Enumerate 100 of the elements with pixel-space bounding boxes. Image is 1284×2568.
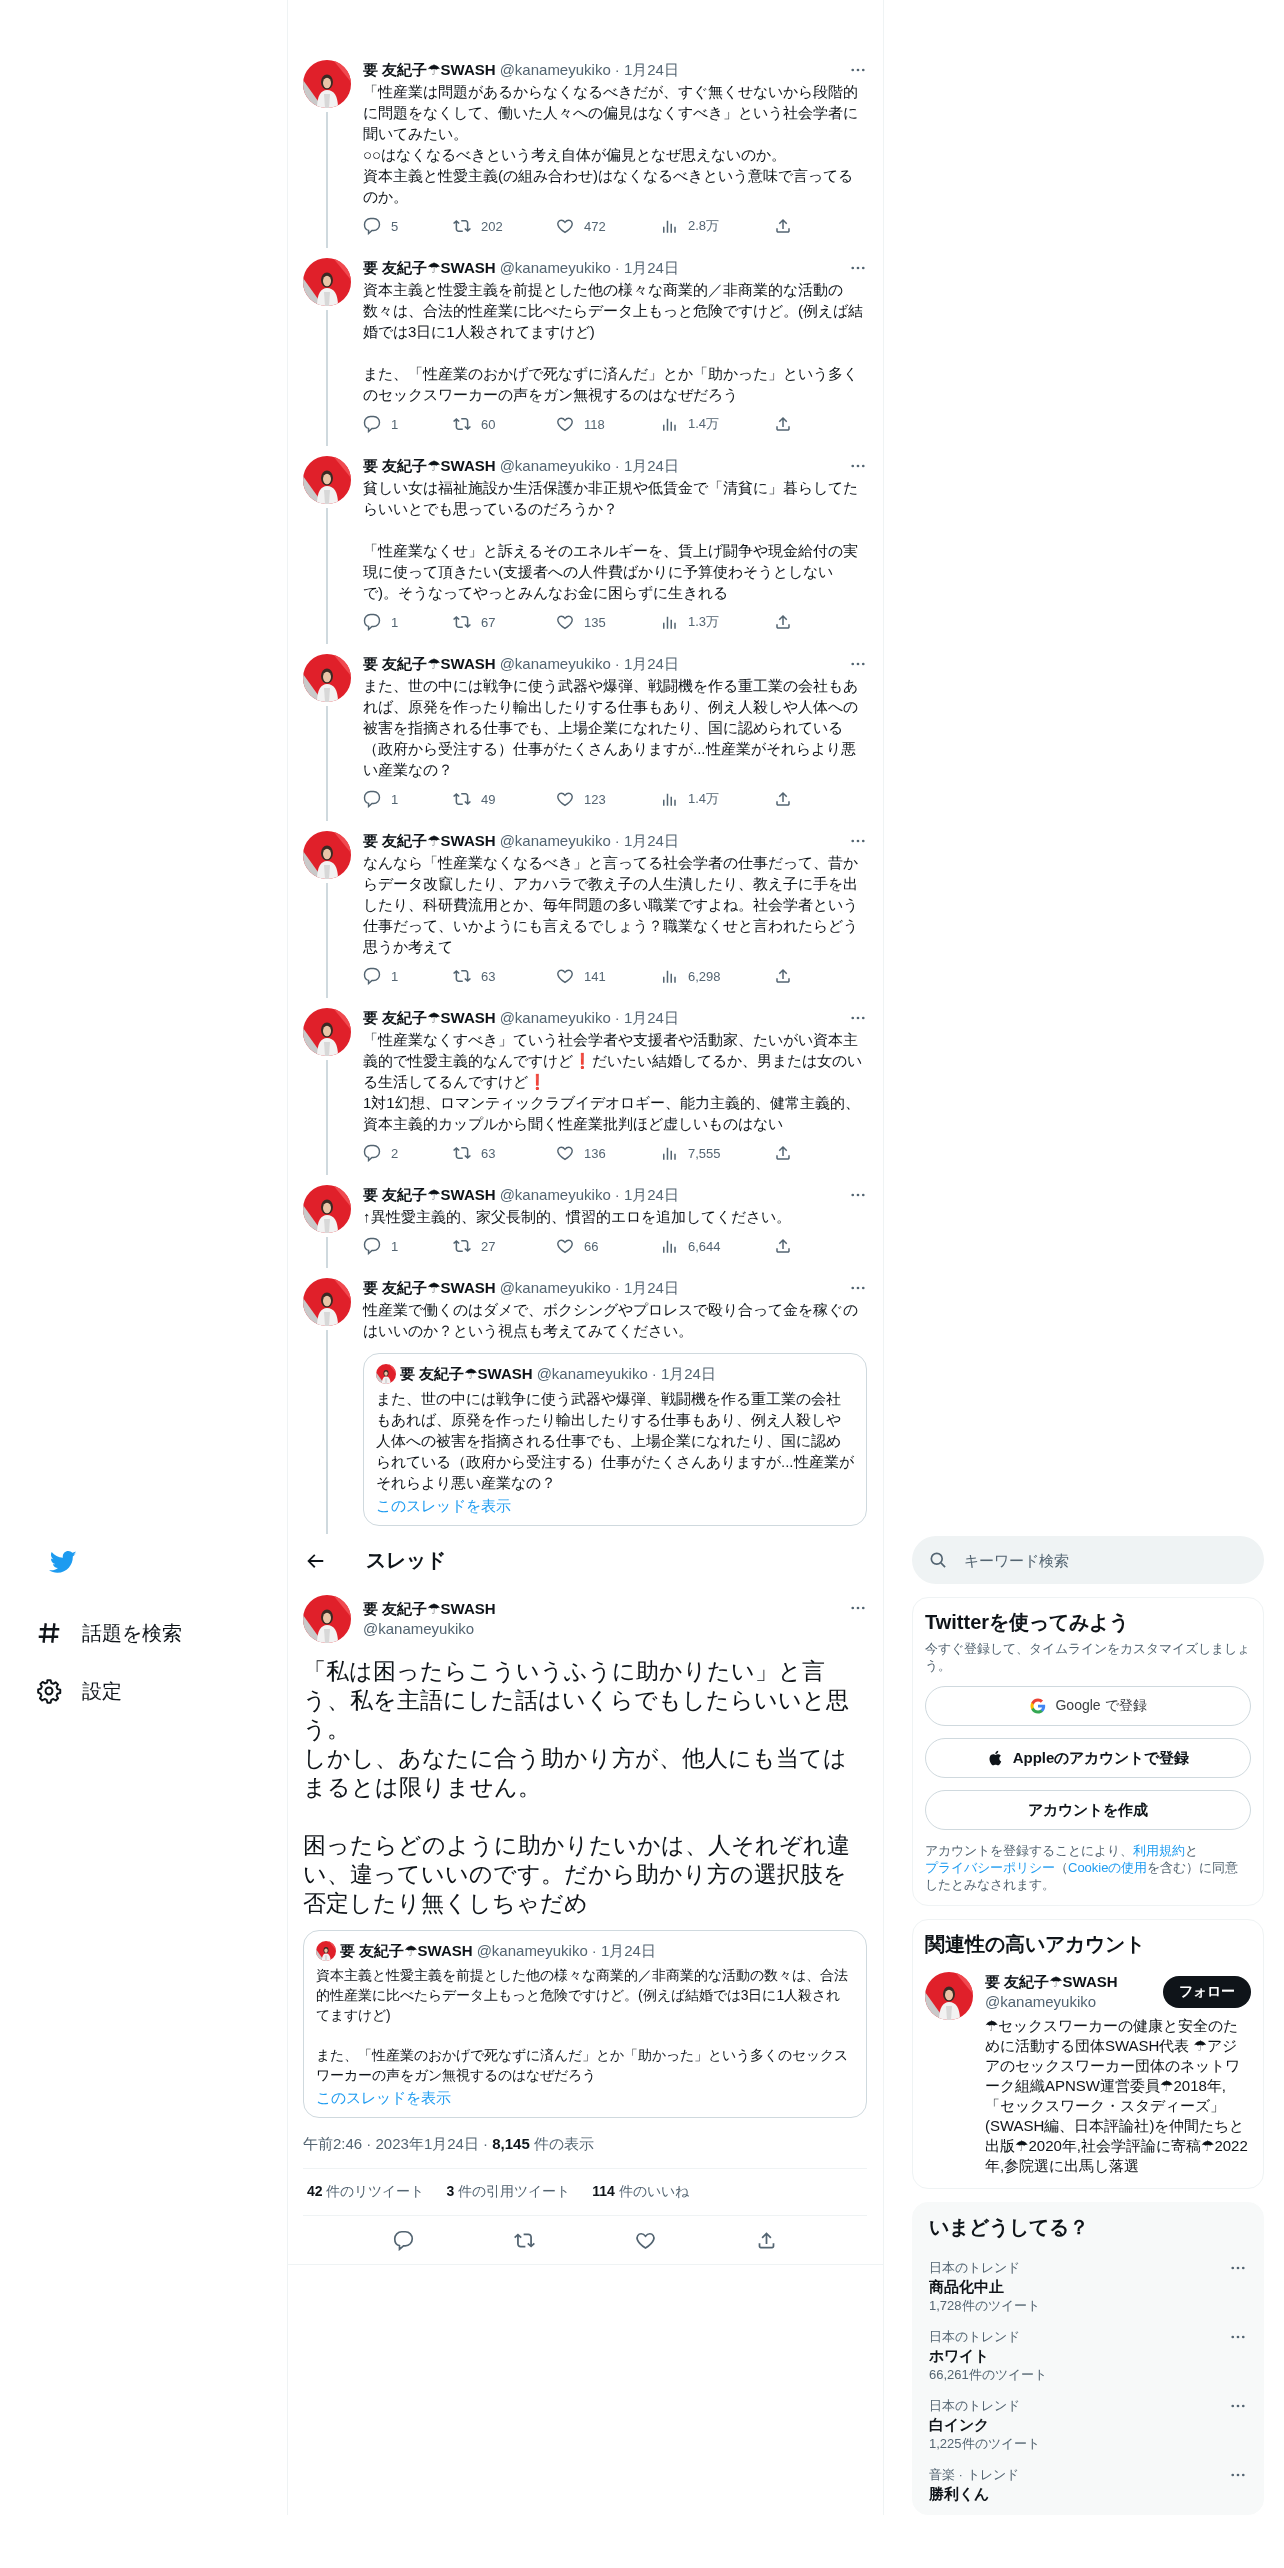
reply-icon[interactable] (393, 2229, 414, 2251)
author-name: 要 友紀子☂SWASH (363, 654, 496, 674)
like-icon (556, 415, 574, 433)
reply-button[interactable]: 2 (363, 1144, 453, 1162)
author-handle: @kanameyukiko (499, 456, 611, 476)
trend-topic: 勝利くん (929, 2484, 990, 2504)
share-icon[interactable] (756, 2229, 777, 2251)
engagement-count-link[interactable]: 114 件のいいね (592, 2183, 689, 2201)
tweet-timestamp: 午前2:46 · 2023年1月24日 · 8,145 件の表示 (303, 2118, 867, 2169)
bird-icon[interactable] (49, 1548, 77, 1576)
retweet-button[interactable]: 67 (453, 613, 556, 631)
author-handle: @kanameyukiko (536, 1364, 648, 1384)
tweet-date: · 1月24日 (614, 831, 679, 851)
share-icon[interactable] (774, 1144, 792, 1162)
google-icon (1029, 1697, 1048, 1715)
share-icon[interactable] (774, 790, 792, 808)
views-button[interactable]: 7,555 (660, 1144, 774, 1162)
trend-item[interactable]: 音楽 · トレンド 勝利くん (929, 2462, 1247, 2514)
tweet-date: · 1月24日 (614, 60, 679, 80)
author-handle: @kanameyukiko (363, 1619, 476, 1639)
nav-item[interactable]: 話題を検索 (36, 1604, 287, 1662)
trend-item[interactable]: 日本のトレンド 商品化中止 1,728件のツイート (929, 2255, 1247, 2324)
card-title: いまどうしてる？ (929, 2215, 1090, 2240)
like-icon (556, 790, 574, 808)
tweet-date: · 1月24日 (591, 1941, 656, 1961)
share-icon[interactable] (774, 967, 792, 985)
reply-button[interactable]: 5 (363, 217, 453, 235)
like-icon (556, 217, 574, 235)
trend-item[interactable]: 日本のトレンド 白インク 1,225件のツイート (929, 2393, 1247, 2462)
reply-button[interactable]: 1 (363, 967, 453, 985)
author-name: 要 友紀子☂SWASH (400, 1364, 533, 1384)
retweet-button[interactable]: 63 (453, 1144, 556, 1162)
author-name: 要 友紀子☂SWASH (363, 1599, 496, 1619)
tweet-date: · 1月24日 (614, 1185, 679, 1205)
hashtag-icon (36, 1620, 62, 1646)
like-button[interactable]: 123 (556, 790, 660, 808)
tweet-text: 資本主義と性愛主義を前提とした他の様々な商業的／非商業的な活動の数々は、合法的性産業に比べたらデータ上もっと危険ですけど。(例えば結婚では3日に1人殺されてますけど) また、「性産業のおかげで死なずに済んだ」とか「助かった」という多くのセックスワーカーの声をガン無視するのはなぜだろう (363, 280, 864, 405)
trend-context: 日本のトレンド (929, 2397, 1021, 2414)
share-icon[interactable] (774, 1237, 792, 1255)
trend-context: 日本のトレンド (929, 2328, 1021, 2345)
retweet-button[interactable]: 49 (453, 790, 556, 808)
views-button[interactable]: 2.8万 (660, 217, 774, 235)
author-handle: @kanameyukiko (499, 1185, 611, 1205)
settings-icon (36, 1678, 62, 1704)
reply-button[interactable]: 1 (363, 415, 453, 433)
reply-icon (363, 217, 381, 235)
create-account-button[interactable]: アカウントを作成 (925, 1790, 1251, 1830)
quoted-tweet-card[interactable]: 要 友紀子☂SWASH @kanameyukiko · 1月24日 資本主義と性愛主義を前提とした他の様々な商業的／非商業的な活動の数々は、合法的性産業に比べたらデータ上もっと危険ですけど。(例えば結婚では3日に1人殺されてますけど) また、「性産業のおかげで死なずに済んだ」とか「助かった」という多くのセックスワーカーの声をガン無視するのはなぜだろう このスレッドを表示 (303, 1930, 867, 2118)
share-icon[interactable] (774, 415, 792, 433)
like-button[interactable]: 141 (556, 967, 660, 985)
apple-signup-button[interactable]: Appleのアカウントで登録 (925, 1738, 1251, 1778)
tweet-date: · 1月24日 (651, 1364, 716, 1384)
page-title: スレッド (366, 1548, 446, 1573)
author-name: 要 友紀子☂SWASH (340, 1941, 473, 1961)
google-signup-button[interactable]: Google で登録 (925, 1686, 1251, 1726)
like-button[interactable]: 118 (556, 415, 660, 433)
reply-button[interactable]: 1 (363, 613, 453, 631)
retweet-button[interactable]: 202 (453, 217, 556, 235)
trend-topic: 商品化中止 (929, 2277, 1005, 2297)
views-button[interactable]: 1.3万 (660, 613, 774, 631)
retweet-button[interactable]: 60 (453, 415, 556, 433)
retweet-button[interactable]: 27 (453, 1237, 556, 1255)
views-button[interactable]: 1.4万 (660, 415, 774, 433)
search-field[interactable]: キーワード検索 (912, 1536, 1264, 1584)
engagement-count-link[interactable]: 42 件のリツイート (307, 2183, 425, 2201)
card-subtitle: 今すぐ登録して、タイムラインをカスタマイズしましょう。 (925, 1640, 1251, 1674)
share-icon[interactable] (774, 217, 792, 235)
author-name: 要 友紀子☂SWASH (363, 258, 496, 278)
reply-button[interactable]: 1 (363, 1237, 453, 1255)
quoted-tweet-card[interactable]: 要 友紀子☂SWASH @kanameyukiko · 1月24日 また、世の中には戦争に使う武器や爆弾、戦闘機を作る重工業の会社もあれば、原発を作ったり輸出したりする仕事もあり、例え人殺しや人体への被害を指摘される仕事でも、上場企業になれたり、国に認められている（政府から受注する）仕事がたくさんありますが...性産業がそれらより悪い産業なの？ このスレッドを表示 (363, 1353, 867, 1526)
quoted-tweet-text: 資本主義と性愛主義を前提とした他の様々な商業的／非商業的な活動の数々は、合法的性産業に比べたらデータ上もっと危険ですけど。(例えば結婚では3日に1人殺されてますけど) また、「性産業のおかげで死なずに済んだ」とか「助かった」という多くのセックスワーカーの声をガン無視するのはなぜだろう (316, 1966, 849, 2085)
author-handle: @kanameyukiko (476, 1941, 588, 1961)
tweet-text: 「私は困ったらこういうふうに助かりたい」と言う、私を主語にした話はいくらでもしたらいいと思う。 しかし、あなたに合う助かり方が、他人にも当てはまるとは限りません。 困ったらどのように助かりたいかは、人それぞれ違い、違っていいのです。だから助かり方の選択肢を否定したり無くしちゃだめ (303, 1657, 851, 1918)
views-button[interactable]: 6,644 (660, 1237, 774, 1255)
like-icon (556, 613, 574, 631)
like-icon (556, 1237, 574, 1255)
share-icon[interactable] (774, 613, 792, 631)
reply-button[interactable]: 1 (363, 790, 453, 808)
retweet-icon (453, 790, 471, 808)
views-button[interactable]: 6,298 (660, 967, 774, 985)
like-button[interactable]: 472 (556, 217, 660, 235)
like-button[interactable]: 136 (556, 1144, 660, 1162)
retweet-icon (453, 1237, 471, 1255)
like-button[interactable]: 135 (556, 613, 660, 631)
nav-item[interactable]: 設定 (36, 1662, 287, 1720)
views-button[interactable]: 1.4万 (660, 790, 774, 808)
tweet-text: 貧しい女は福祉施設か生活保護か非正規や低賃金で「清貧に」暮らしてたらいいとでも思っているのだろうか？ 「性産業なくせ」と訴えるそのエネルギーを、賃上げ闘争や現金給付の実現に使って頂きたい(支援者への人件費ばかりに予算使わそうとしないで)。そうなってやっとみんなお金に困らずに生きれる (363, 478, 859, 603)
tweet-text: 「性産業なくすべき」ていう社会学者や支援者や活動家、たいがい資本主義的で性愛主義的なんですけど❗だいたい結婚してるか、男または女のいる生活してるんですけど❗ 1対1幻想、ロマンティックラブイデオロギー、能力主義的、健常主義的、資本主義的カップルから聞く性産業批判ほど虚しいものはない (363, 1030, 863, 1134)
retweet-icon (453, 1144, 471, 1162)
follow-button[interactable]: フォロー (1163, 1976, 1251, 2008)
retweet-button[interactable]: 63 (453, 967, 556, 985)
author-handle: @kanameyukiko (985, 1992, 1098, 2012)
engagement-count-link[interactable]: 3 件の引用ツイート (446, 2183, 571, 2201)
retweet-icon (453, 217, 471, 235)
author-name: 要 友紀子☂SWASH (985, 1972, 1119, 1992)
reply-icon (363, 1144, 381, 1162)
trend-item[interactable]: 日本のトレンド ホワイト 66,261件のツイート (929, 2324, 1247, 2393)
tweet-text: ↑異性愛主義的、家父長制的、慣習的エロを追加してください。 (363, 1207, 792, 1227)
like-button[interactable]: 66 (556, 1237, 660, 1255)
tweet-text: 「性産業は問題があるからなくなるべきだが、すぐ無くせないから段階的に問題をなくして、働いた人々への偏見はなくすべき」という社会学者に聞いてみたい。 ○○はなくなるべきという考え自体が偏見となぜ思えないのか。 資本主義と性愛主義(の組み合わせ)はなくなるべきという意味で言ってるのか。 (363, 82, 859, 207)
